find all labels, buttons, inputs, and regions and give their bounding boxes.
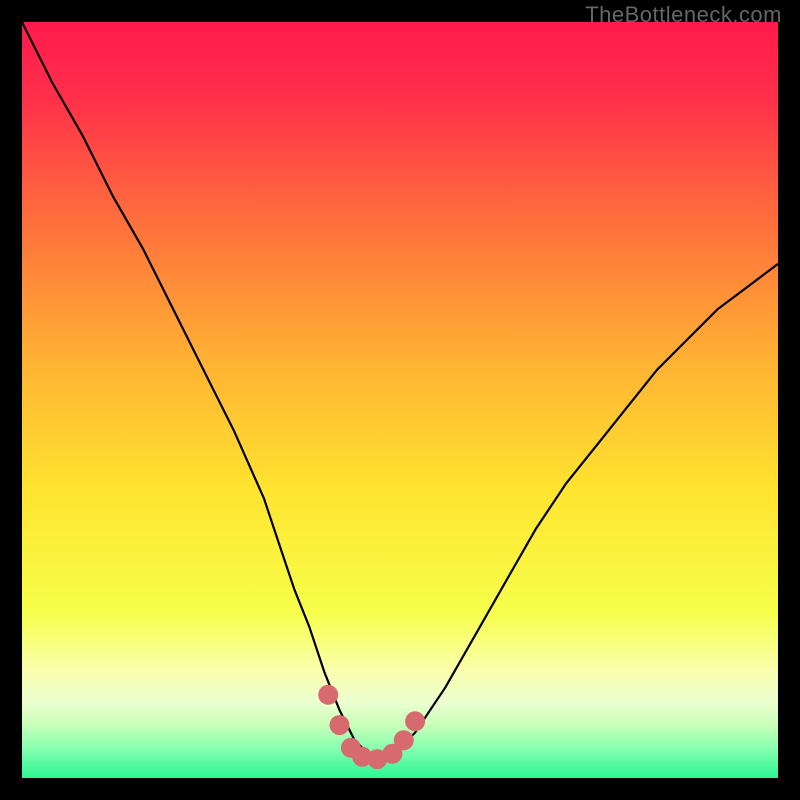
chart-frame: TheBottleneck.com [0, 0, 800, 800]
dot [394, 730, 414, 750]
watermark-text: TheBottleneck.com [585, 2, 782, 28]
dot [405, 711, 425, 731]
gradient-background [22, 22, 778, 778]
dot [330, 715, 350, 735]
chart-svg [22, 22, 778, 778]
dot [318, 685, 338, 705]
